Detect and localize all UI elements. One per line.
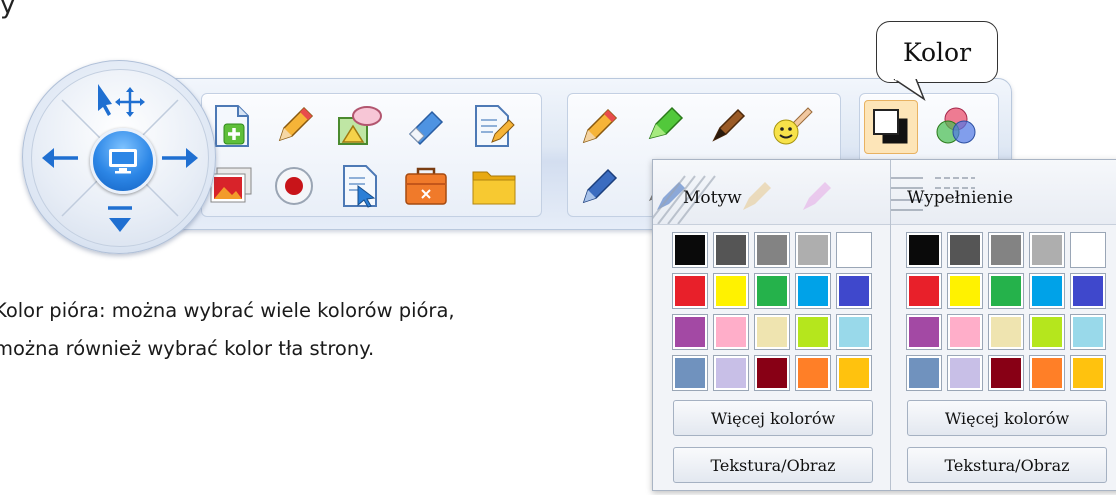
toolbox-icon[interactable]: [400, 160, 452, 212]
highlighter-icon[interactable]: [638, 100, 690, 152]
color-swatch[interactable]: [754, 314, 790, 350]
motyw-panel: Motyw Więcej kolorów Tekstura/Obraz: [653, 160, 890, 490]
color-swatch[interactable]: [1070, 273, 1106, 309]
color-swatch[interactable]: [1070, 232, 1106, 268]
color-swatch[interactable]: [988, 232, 1024, 268]
color-swatch[interactable]: [1070, 355, 1106, 391]
color-swatch[interactable]: [1029, 232, 1065, 268]
color-swatch[interactable]: [672, 232, 708, 268]
color-swatch[interactable]: [947, 314, 983, 350]
color-swatch[interactable]: [836, 314, 872, 350]
select-move-icon[interactable]: [94, 82, 148, 122]
color-swatch[interactable]: [754, 273, 790, 309]
tab-wypelnienie[interactable]: Wypełnienie: [907, 188, 1013, 208]
callout-label: Kolor: [902, 37, 972, 67]
fill-icon[interactable]: [930, 100, 982, 152]
monitor-icon: [109, 149, 137, 174]
cut-off-heading-fragment: y: [0, 0, 17, 20]
color-swatch[interactable]: [1070, 314, 1106, 350]
left-arrow-icon[interactable]: [40, 144, 80, 172]
folder-icon[interactable]: [468, 160, 520, 212]
color-swatch[interactable]: [836, 232, 872, 268]
wypelnienie-panel: Wypełnienie Więcej kolorów Tekstura/Obra…: [891, 160, 1116, 490]
right-arrow-icon[interactable]: [160, 144, 200, 172]
color-swatch[interactable]: [836, 355, 872, 391]
smiley-brush-icon[interactable]: [766, 100, 818, 152]
color-swatch[interactable]: [795, 314, 831, 350]
color-swatch[interactable]: [795, 355, 831, 391]
texture-button-wypelnienie[interactable]: Tekstura/Obraz: [907, 447, 1107, 483]
color-swatch[interactable]: [1029, 314, 1065, 350]
motyw-header: Motyw: [653, 160, 890, 225]
record-icon[interactable]: [268, 160, 320, 212]
shapes-icon[interactable]: [334, 100, 386, 152]
color-swatch[interactable]: [1029, 273, 1065, 309]
color-swatch[interactable]: [906, 273, 942, 309]
color-swatch[interactable]: [947, 355, 983, 391]
down-arrow-icon[interactable]: [106, 202, 134, 238]
color-swatch[interactable]: [672, 355, 708, 391]
description-line-2: można również wybrać kolor tła strony.: [0, 337, 375, 360]
eraser-icon[interactable]: [400, 100, 452, 152]
color-swatch[interactable]: [713, 232, 749, 268]
color-popup: Motyw Więcej kolorów Tekstura/Obraz Wype…: [652, 159, 1116, 491]
pencil-icon[interactable]: [268, 100, 320, 152]
color-swatch[interactable]: [947, 232, 983, 268]
kolor-callout: Kolor: [876, 21, 998, 83]
color-icon[interactable]: [864, 100, 918, 154]
color-swatch[interactable]: [754, 232, 790, 268]
color-swatch[interactable]: [713, 314, 749, 350]
edit-page-icon[interactable]: [468, 100, 520, 152]
monitor-button[interactable]: [90, 128, 156, 194]
color-swatch[interactable]: [754, 355, 790, 391]
description-line-1: Kolor pióra: można wybrać wiele kolorów …: [0, 299, 455, 322]
color-swatch[interactable]: [988, 314, 1024, 350]
more-colors-button-wypelnienie[interactable]: Więcej kolorów: [907, 400, 1107, 436]
color-swatch[interactable]: [672, 314, 708, 350]
tab-motyw[interactable]: Motyw: [683, 188, 742, 208]
navigation-wheel: [22, 60, 216, 254]
color-swatch[interactable]: [947, 273, 983, 309]
blue-pen-icon[interactable]: [574, 160, 626, 212]
tool-group-general: [201, 93, 542, 217]
color-swatch[interactable]: [713, 355, 749, 391]
document-pointer-icon[interactable]: [334, 160, 386, 212]
brush-pen-icon[interactable]: [702, 100, 754, 152]
color-swatch[interactable]: [906, 232, 942, 268]
color-swatch[interactable]: [906, 355, 942, 391]
color-swatch[interactable]: [672, 273, 708, 309]
color-swatch[interactable]: [713, 273, 749, 309]
texture-button-motyw[interactable]: Tekstura/Obraz: [673, 447, 873, 483]
callout-tail: [893, 79, 926, 101]
more-colors-button-motyw[interactable]: Więcej kolorów: [673, 400, 873, 436]
color-swatch[interactable]: [836, 273, 872, 309]
wypelnienie-header: Wypełnienie: [891, 160, 1116, 225]
color-swatch[interactable]: [795, 273, 831, 309]
pen-icon[interactable]: [574, 100, 626, 152]
description-text: Kolor pióra: można wybrać wiele kolorów …: [0, 292, 634, 368]
color-swatch[interactable]: [1029, 355, 1065, 391]
color-swatch[interactable]: [906, 314, 942, 350]
navigation-ring: [31, 69, 209, 247]
color-swatch[interactable]: [988, 355, 1024, 391]
color-swatch[interactable]: [795, 232, 831, 268]
color-swatch[interactable]: [988, 273, 1024, 309]
